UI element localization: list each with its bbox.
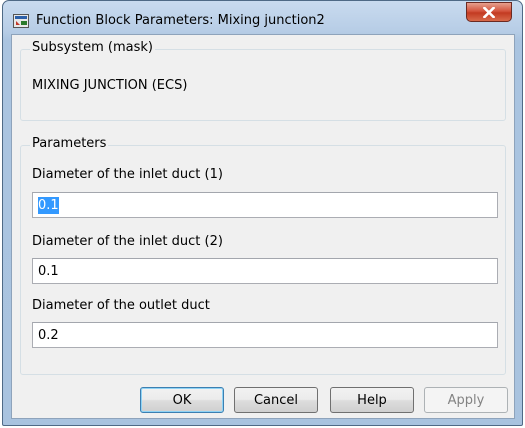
dialog-window: Function Block Parameters: Mixing juncti… [2, 0, 523, 426]
inlet-duct-1-input[interactable]: 0.1 [32, 192, 498, 218]
simulink-block-icon [13, 13, 29, 28]
window-title: Function Block Parameters: Mixing juncti… [36, 13, 325, 28]
inlet-duct-2-value: 0.1 [38, 263, 59, 279]
inlet-duct-2-label: Diameter of the inlet duct (2) [32, 234, 223, 249]
close-button[interactable] [466, 2, 512, 22]
ok-button[interactable]: OK [140, 387, 224, 413]
outlet-duct-input[interactable]: 0.2 [32, 322, 498, 348]
help-button[interactable]: Help [330, 387, 414, 413]
title-bar[interactable]: Function Block Parameters: Mixing juncti… [3, 1, 522, 35]
outlet-duct-label: Diameter of the outlet duct [32, 298, 210, 313]
close-icon [482, 3, 496, 22]
dialog-client-area: Subsystem (mask) MIXING JUNCTION (ECS) P… [11, 34, 515, 419]
inlet-duct-1-label: Diameter of the inlet duct (1) [32, 167, 223, 182]
parameters-group-label: Parameters [30, 136, 109, 151]
mask-description: MIXING JUNCTION (ECS) [32, 78, 188, 93]
apply-button[interactable]: Apply [424, 387, 508, 413]
inlet-duct-1-value: 0.1 [38, 196, 59, 214]
cancel-button[interactable]: Cancel [234, 387, 318, 413]
outlet-duct-value: 0.2 [38, 327, 59, 343]
mask-group-label: Subsystem (mask) [30, 40, 155, 55]
inlet-duct-2-input[interactable]: 0.1 [32, 258, 498, 284]
